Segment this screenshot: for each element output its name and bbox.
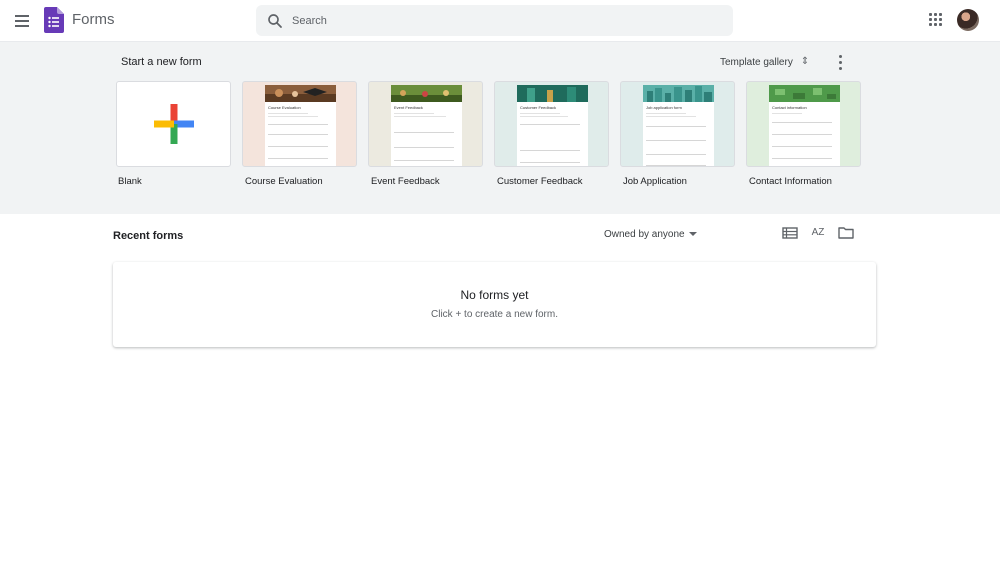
hamburger-icon-line: [15, 25, 29, 27]
dropdown-caret-icon: [688, 232, 697, 236]
template-thumbnail-image: [769, 85, 840, 102]
new-form-section: Start a new form Template gallery ⇕ Blan…: [0, 42, 1000, 214]
template-label-job-application[interactable]: Job Application: [623, 176, 687, 187]
template-thumbnail-image: [517, 85, 588, 102]
template-thumbnail-page: Contact information: [769, 102, 840, 166]
template-label-blank[interactable]: Blank: [118, 176, 142, 187]
account-avatar[interactable]: [957, 9, 979, 31]
thumbnail-title: Job application form: [646, 105, 682, 110]
template-contact-information[interactable]: Contact information: [746, 81, 861, 167]
template-thumbnail-page: Course Evaluation: [265, 102, 336, 166]
forms-logo-icon[interactable]: [44, 7, 64, 33]
template-label-event-feedback[interactable]: Event Feedback: [371, 176, 440, 187]
template-thumbnail-page: Job application form: [643, 102, 714, 166]
template-thumbnail-image: [265, 85, 336, 102]
folder-icon[interactable]: [837, 224, 855, 242]
template-blank[interactable]: [116, 81, 231, 167]
template-label-course-evaluation[interactable]: Course Evaluation: [245, 176, 323, 187]
search-icon[interactable]: [266, 12, 284, 30]
owner-filter-label: Owned by anyone: [604, 228, 685, 240]
plus-icon: [154, 104, 194, 144]
template-label-contact-information[interactable]: Contact Information: [749, 176, 832, 187]
main-menu-button[interactable]: [10, 9, 34, 33]
template-label-customer-feedback[interactable]: Customer Feedback: [497, 176, 583, 187]
new-form-heading: Start a new form: [121, 56, 202, 68]
thumbnail-title: Event Feedback: [394, 105, 423, 110]
template-job-application[interactable]: Job application form: [620, 81, 735, 167]
unfold-icon: ⇕: [800, 56, 810, 67]
thumbnail-title: Course Evaluation: [268, 105, 301, 110]
thumbnail-title: Contact information: [772, 105, 807, 110]
template-gallery-label: Template gallery: [720, 56, 793, 68]
list-view-icon[interactable]: [781, 224, 799, 242]
recent-forms-empty-state: No forms yet Click + to create a new for…: [113, 262, 876, 347]
owner-filter-dropdown[interactable]: Owned by anyone: [598, 224, 703, 244]
template-customer-feedback[interactable]: Customer Feedback: [494, 81, 609, 167]
thumbnail-title: Customer Feedback: [520, 105, 557, 110]
empty-state-title: No forms yet: [460, 288, 529, 302]
search-input[interactable]: [292, 5, 722, 36]
template-course-evaluation[interactable]: Course Evaluation: [242, 81, 357, 167]
template-thumbnail-page: Customer Feedback: [517, 102, 588, 166]
google-apps-icon[interactable]: [928, 12, 944, 28]
template-thumbnail-image: [391, 85, 462, 102]
top-bar: Forms: [0, 0, 1000, 42]
hamburger-icon: [15, 15, 29, 17]
app-title[interactable]: Forms: [72, 11, 115, 28]
template-gallery-button[interactable]: Template gallery ⇕: [714, 50, 815, 74]
template-thumbnail-image: [643, 85, 714, 102]
template-event-feedback[interactable]: Event Feedback: [368, 81, 483, 167]
sort-az-icon[interactable]: AZ: [809, 224, 827, 242]
template-thumbnail-page: Event Feedback: [391, 102, 462, 166]
search-bar[interactable]: [256, 5, 733, 36]
hamburger-icon-line: [15, 20, 29, 22]
recent-forms-heading: Recent forms: [113, 230, 184, 242]
empty-state-subtitle: Click + to create a new form.: [431, 309, 558, 320]
more-options-icon[interactable]: [832, 52, 848, 72]
